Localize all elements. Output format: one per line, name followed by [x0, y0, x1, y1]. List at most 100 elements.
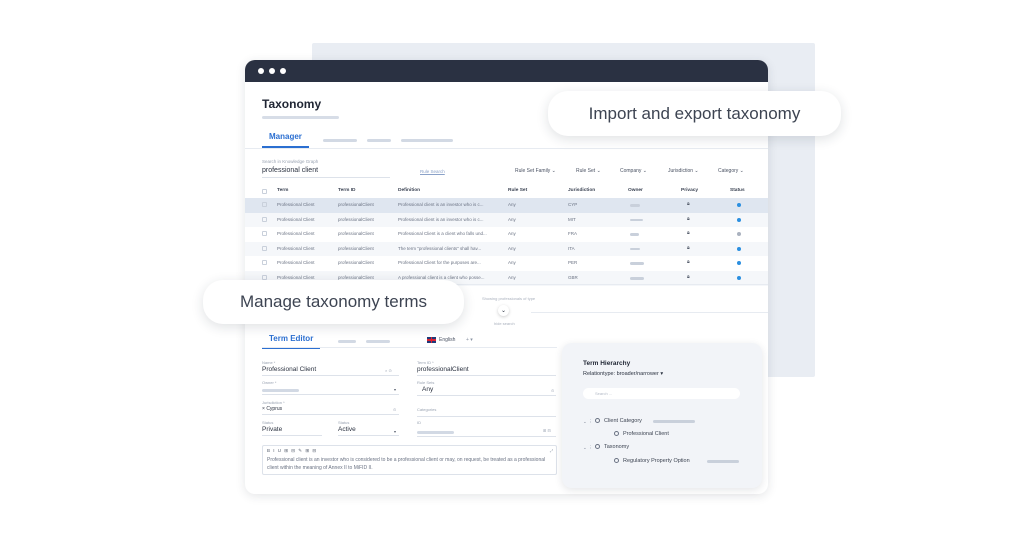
- status-dot: [737, 261, 741, 266]
- rule-sets-field[interactable]: Any: [417, 386, 556, 396]
- window-dot-icon: [269, 68, 275, 74]
- add-language-button[interactable]: + ▾: [466, 337, 473, 343]
- definition-editor[interactable]: B I U ⊞ ⊟ ✎ ⊞ ⊟ ⤢ Professional client is…: [262, 445, 557, 475]
- clear-icon[interactable]: × ⊙: [385, 368, 392, 373]
- status-label: Status: [262, 420, 274, 425]
- cell-term: Professional Client: [277, 245, 315, 251]
- row-checkbox[interactable]: [262, 245, 267, 251]
- tab-placeholder[interactable]: [322, 138, 357, 142]
- status-select[interactable]: Active: [338, 426, 399, 436]
- cell-rule-set: Any: [508, 260, 516, 266]
- categories-label: Categories: [417, 407, 437, 412]
- showing-text: Showing professionals of type: [482, 296, 536, 301]
- table-header: Term Term ID Definition Rule Set Jurisdi…: [245, 186, 768, 198]
- tab-placeholder[interactable]: [366, 138, 391, 142]
- rule-sets-label: Rule Sets: [417, 380, 435, 385]
- cell-rule-set: Any: [508, 202, 516, 207]
- select-all-checkbox[interactable]: [262, 189, 267, 194]
- row-checkbox[interactable]: [262, 231, 267, 237]
- status-dot: [737, 217, 741, 222]
- filter-category[interactable]: Category ⌄: [718, 168, 744, 174]
- window-titlebar: [245, 60, 768, 82]
- filter-rule-set[interactable]: Rule Set ⌄: [576, 168, 601, 174]
- table-row[interactable]: Professional Client professionalClient Pro…: [245, 227, 768, 242]
- lock-icon: 🔒︎: [687, 230, 690, 237]
- column-header[interactable]: Privacy: [681, 188, 698, 193]
- expand-toggle-icon[interactable]: ⌄ ⋮: [583, 445, 593, 451]
- row-checkbox[interactable]: [262, 260, 267, 266]
- hierarchy-title: Term Hierarchy: [583, 360, 631, 367]
- column-header[interactable]: Status: [730, 188, 745, 193]
- jurisdiction-field[interactable]: × Cyprus: [262, 406, 399, 415]
- page-title: Taxonomy: [262, 97, 322, 111]
- chevron-down-icon[interactable]: ⌄: [498, 305, 509, 316]
- filter-company[interactable]: Company ⌄: [620, 168, 647, 174]
- table-row[interactable]: Professional Client professionalClient Pro…: [245, 212, 768, 228]
- hierarchy-item[interactable]: Professional Client: [614, 431, 669, 437]
- cell-jurisdiction: ITA: [568, 245, 575, 251]
- rule-search-link[interactable]: Rule Search: [420, 169, 445, 174]
- rich-text-toolbar[interactable]: B I U ⊞ ⊟ ✎ ⊞ ⊟: [267, 448, 317, 454]
- jurisdiction-label: Jurisdiction *: [262, 400, 285, 405]
- id-actions-icon[interactable]: ⊞ ⊟: [543, 428, 551, 433]
- cell-definition: The term "professional clients" shall ha…: [398, 245, 482, 251]
- search-input[interactable]: professional client: [262, 167, 390, 178]
- lock-icon: 🔒︎: [687, 215, 690, 222]
- row-checkbox[interactable]: [262, 202, 267, 207]
- fullscreen-icon[interactable]: ⤢: [550, 448, 553, 453]
- definition-text[interactable]: Professional client is an investor who i…: [267, 457, 554, 472]
- privacy-field[interactable]: Private: [262, 426, 322, 436]
- hierarchy-item[interactable]: Client Category: [595, 418, 642, 424]
- name-field[interactable]: Professional Client: [262, 366, 399, 376]
- rule-sets-settings-icon[interactable]: ⊙: [551, 388, 554, 393]
- tab-placeholder[interactable]: [366, 340, 391, 343]
- cell-jurisdiction: CYP: [568, 202, 578, 207]
- cell-term: Professional Client: [277, 202, 315, 207]
- relation-type-select[interactable]: Relationtype: broader/narrower ▾: [583, 371, 663, 377]
- language-selector[interactable]: English: [427, 337, 455, 343]
- filter-rule-set-family[interactable]: Rule Set Family ⌄: [515, 168, 556, 174]
- owner-placeholder: [630, 204, 640, 207]
- column-header[interactable]: Term: [277, 188, 288, 193]
- row-checkbox[interactable]: [262, 216, 267, 222]
- hierarchy-search-input[interactable]: Search ...: [583, 388, 740, 399]
- cell-rule-set: Any: [508, 216, 516, 222]
- cell-rule-set: Any: [508, 275, 516, 280]
- hide-search-link[interactable]: hide search: [494, 321, 515, 326]
- column-header[interactable]: Owner: [628, 188, 643, 193]
- filter-jurisdiction[interactable]: Jurisdiction ⌄: [668, 168, 699, 174]
- node-icon: [595, 444, 600, 450]
- owner-dropdown-icon[interactable]: ▾: [394, 387, 396, 392]
- table-row[interactable]: Professional Client professionalClient The…: [245, 241, 768, 257]
- owner-underline: [262, 394, 399, 395]
- column-header[interactable]: Definition: [398, 188, 420, 193]
- editor-divider: [262, 347, 557, 348]
- term-id-field[interactable]: professionalClient: [417, 366, 556, 376]
- hierarchy-item[interactable]: Taxonomy: [595, 444, 629, 450]
- name-label: Name *: [262, 360, 276, 365]
- column-header[interactable]: Rule Set: [508, 188, 527, 193]
- owner-placeholder: [630, 218, 643, 222]
- status-dropdown-icon[interactable]: ▾: [394, 429, 396, 434]
- tab-placeholder[interactable]: [400, 138, 453, 142]
- column-header[interactable]: Term ID: [338, 188, 356, 193]
- table-row[interactable]: Professional Client professionalClient Pro…: [245, 256, 768, 271]
- cell-term-id: professionalClient: [338, 216, 374, 222]
- column-header[interactable]: Jurisdiction: [568, 188, 595, 193]
- jurisdiction-settings-icon[interactable]: ⊙: [393, 407, 396, 412]
- main-tabs: Manager: [262, 132, 453, 148]
- stage: Taxonomy Manager Search in Knowledge Gra…: [0, 0, 1024, 538]
- cell-term-id: professionalClient: [338, 245, 374, 251]
- cell-jurisdiction: MIT: [568, 216, 576, 222]
- hierarchy-placeholder-bar: [707, 460, 739, 463]
- status-dot: [737, 232, 741, 237]
- owner-placeholder: [630, 247, 640, 251]
- expand-toggle-icon[interactable]: ⌄ ⋮: [583, 419, 593, 425]
- tab-placeholder[interactable]: [338, 340, 357, 343]
- tab-manager[interactable]: Manager: [262, 132, 309, 148]
- table-row[interactable]: Professional Client professionalClient Pro…: [245, 198, 768, 213]
- cell-jurisdiction: GBR: [568, 275, 578, 280]
- term-hierarchy-panel: Term Hierarchy Relationtype: broader/nar…: [562, 343, 762, 488]
- lock-icon: 🔒︎: [687, 274, 690, 280]
- hierarchy-item[interactable]: Regulatory Property Option: [614, 458, 690, 464]
